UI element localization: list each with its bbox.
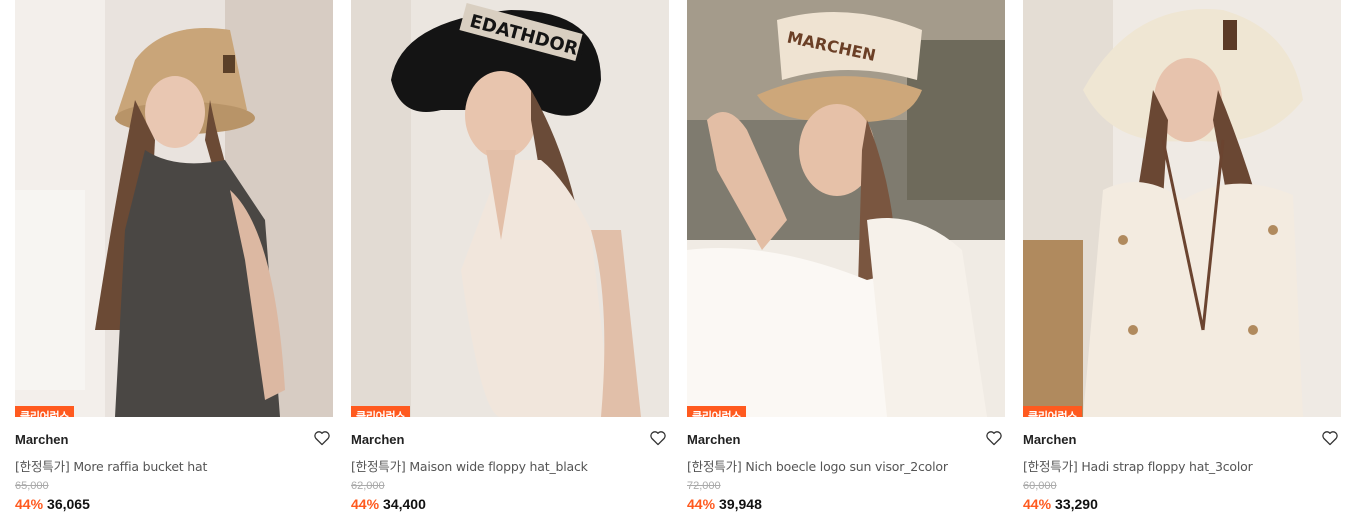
discount-rate: 44%	[15, 496, 44, 512]
product-name[interactable]: [한정특가] Hadi strap floppy hat_3color	[1023, 456, 1253, 475]
product-photo-icon: MARCHEN	[687, 0, 1005, 417]
product-name[interactable]: [한정특가] Nich boecle logo sun visor_2color	[687, 456, 948, 475]
product-image[interactable]: 클리어런스	[15, 0, 333, 417]
sale-price: 33,290	[1055, 496, 1098, 512]
original-price: 60,000	[1023, 480, 1057, 492]
sale-price: 39,948	[719, 496, 762, 512]
sale-price: 34,400	[383, 496, 426, 512]
clearance-badge: 클리어런스	[351, 406, 411, 417]
discount-rate: 44%	[1023, 496, 1052, 512]
product-grid: 클리어런스 Marchen [한정특가] More raffia bucket …	[0, 0, 1348, 521]
product-photo-icon	[15, 0, 333, 417]
clearance-badge: 클리어런스	[1023, 406, 1083, 417]
price-row: 44% 36,065	[15, 496, 90, 512]
brand-name[interactable]: Marchen	[1023, 432, 1076, 447]
heart-outline-icon[interactable]	[1321, 430, 1339, 446]
product-photo-icon	[1023, 0, 1341, 417]
product-photo-icon: EDATHDORI	[351, 0, 669, 417]
heart-outline-icon[interactable]	[313, 430, 331, 446]
product-name[interactable]: [한정특가] More raffia bucket hat	[15, 456, 207, 475]
product-name[interactable]: [한정특가] Maison wide floppy hat_black	[351, 456, 588, 475]
heart-outline-icon[interactable]	[985, 430, 1003, 446]
discount-rate: 44%	[687, 496, 716, 512]
original-price: 72,000	[687, 480, 721, 492]
product-image[interactable]: MARCHEN 클리어런스	[687, 0, 1005, 417]
price-row: 44% 33,290	[1023, 496, 1098, 512]
product-card[interactable]: 클리어런스 Marchen [한정특가] Hadi strap floppy h…	[1023, 0, 1341, 521]
product-card[interactable]: EDATHDORI 클리어런스 Marchen [한정특가] Maison wi…	[351, 0, 669, 521]
product-image[interactable]: EDATHDORI 클리어런스	[351, 0, 669, 417]
product-card[interactable]: MARCHEN 클리어런스 Marchen [한정특가] Nich boecle…	[687, 0, 1005, 521]
brand-name[interactable]: Marchen	[15, 432, 68, 447]
price-row: 44% 34,400	[351, 496, 426, 512]
brand-name[interactable]: Marchen	[351, 432, 404, 447]
discount-rate: 44%	[351, 496, 380, 512]
original-price: 62,000	[351, 480, 385, 492]
heart-outline-icon[interactable]	[649, 430, 667, 446]
price-row: 44% 39,948	[687, 496, 762, 512]
sale-price: 36,065	[47, 496, 90, 512]
brand-name[interactable]: Marchen	[687, 432, 740, 447]
original-price: 65,000	[15, 480, 49, 492]
clearance-badge: 클리어런스	[687, 406, 747, 417]
product-card[interactable]: 클리어런스 Marchen [한정특가] More raffia bucket …	[15, 0, 333, 521]
clearance-badge: 클리어런스	[15, 406, 75, 417]
product-image[interactable]: 클리어런스	[1023, 0, 1341, 417]
